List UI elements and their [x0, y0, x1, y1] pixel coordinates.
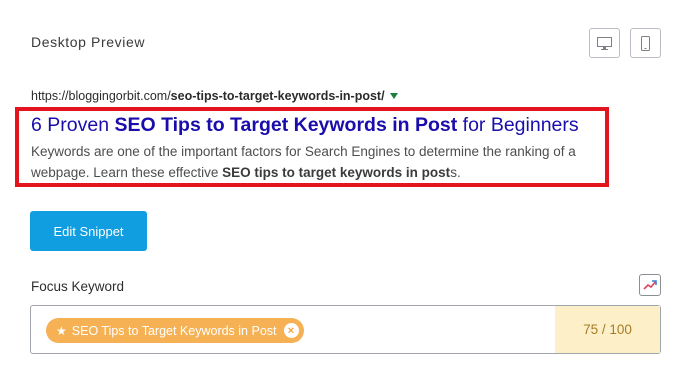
serp-url-base: https://bloggingorbit.com/: [31, 89, 171, 103]
serp-url-path: seo-tips-to-target-keywords-in-post/: [170, 89, 385, 103]
keyword-chip-text: SEO Tips to Target Keywords in Post: [71, 323, 277, 338]
keyword-trends-button[interactable]: [639, 274, 661, 296]
desktop-preview-button[interactable]: [589, 28, 620, 58]
star-icon: ★: [56, 323, 67, 338]
dropdown-caret-icon: [389, 93, 398, 99]
trending-chart-icon: [643, 280, 657, 290]
red-highlight-box: [15, 107, 609, 187]
desktop-preview-heading: Desktop Preview: [31, 34, 146, 50]
keyword-chip[interactable]: ★ SEO Tips to Target Keywords in Post ×: [46, 318, 304, 343]
edit-snippet-button[interactable]: Edit Snippet: [30, 211, 147, 251]
mobile-preview-button[interactable]: [630, 28, 661, 58]
desktop-icon: [597, 36, 612, 50]
remove-keyword-icon[interactable]: ×: [283, 323, 299, 338]
focus-keyword-input[interactable]: ★ SEO Tips to Target Keywords in Post × …: [30, 305, 661, 354]
focus-keyword-label: Focus Keyword: [31, 279, 125, 294]
serp-url: https://bloggingorbit.com/ seo-tips-to-t…: [31, 89, 398, 103]
mobile-icon: [641, 35, 650, 51]
keyword-score: 75 / 100: [555, 306, 660, 353]
